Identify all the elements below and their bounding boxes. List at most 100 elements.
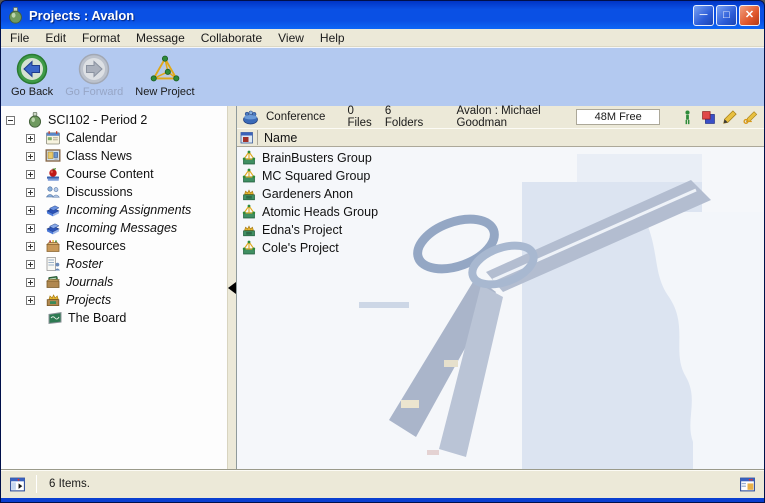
go-back-label: Go Back [11,86,53,98]
expand-expander[interactable] [26,152,35,161]
name-column-label: Name [264,131,297,145]
tree-item-label: Class News [66,149,132,163]
class-news-icon [45,148,61,164]
app-window: Projects : Avalon ─ □ ✕ File Edit Format… [0,0,765,503]
menubar: File Edit Format Message Collaborate Vie… [1,29,764,47]
member-icon[interactable] [680,110,695,125]
items-count: 6 Items. [49,478,90,490]
incoming-messages-icon [45,220,61,236]
expand-expander[interactable] [26,224,35,233]
pencil-icon[interactable] [722,110,737,125]
expand-expander[interactable] [26,242,35,251]
project-group-icon [241,240,257,256]
menu-help[interactable]: Help [312,29,353,47]
tree-item-incoming-assignments[interactable]: Incoming Assignments [1,201,227,219]
resources-icon [45,238,61,254]
tree-item-roster[interactable]: Roster [1,255,227,273]
list-item-mc-squared[interactable]: MC Squared Group [237,167,764,185]
conference-label: Conference [266,111,325,123]
window-bottom-border [1,498,764,502]
menu-view[interactable]: View [270,29,312,47]
tree-item-calendar[interactable]: Calendar [1,129,227,147]
go-forward-button[interactable]: Go Forward [61,52,127,99]
incoming-assignments-icon [45,202,61,218]
expand-expander[interactable] [26,278,35,287]
list-item-ednas-project[interactable]: Edna's Project [237,221,764,239]
calendar-icon [45,130,61,146]
tree-item-class-news[interactable]: Class News [1,147,227,165]
expand-expander[interactable] [26,188,35,197]
titlebar: Projects : Avalon ─ □ ✕ [1,1,764,29]
go-forward-icon [78,53,110,85]
tree-item-label: Calendar [66,131,117,145]
list-item-atomic-heads[interactable]: Atomic Heads Group [237,203,764,221]
list-item-coles-project[interactable]: Cole's Project [237,239,764,257]
project-group-icon [241,168,257,184]
list-item-label: MC Squared Group [262,169,370,183]
board-icon [47,310,63,326]
toggle-detail-panel-icon[interactable] [739,476,756,493]
project-group-icon [241,204,257,220]
files-count: 0 Files [347,105,376,129]
menu-message[interactable]: Message [128,29,193,47]
tree-item-label: Journals [66,275,113,289]
panel-splitter[interactable] [227,106,237,469]
conference-icon [242,110,259,125]
tree-item-label: Incoming Assignments [66,203,191,217]
tree-root-label: SCI102 - Period 2 [48,113,147,127]
new-project-button[interactable]: New Project [131,52,198,99]
expand-expander[interactable] [26,134,35,143]
conference-actions [674,110,758,125]
expand-expander[interactable] [26,296,35,305]
list-item-brainbusters[interactable]: BrainBusters Group [237,149,764,167]
minimize-button[interactable]: ─ [693,5,714,26]
menu-file[interactable]: File [1,29,37,47]
tree-item-resources[interactable]: Resources [1,237,227,255]
list-item-label: Gardeners Anon [262,187,353,201]
edit-key-icon[interactable] [743,110,758,125]
flask-icon [7,7,24,24]
expand-expander[interactable] [26,206,35,215]
tree-item-projects[interactable]: Projects [1,291,227,309]
discussions-icon [45,184,61,200]
layers-icon[interactable] [701,110,716,125]
list-item-label: BrainBusters Group [262,151,372,165]
tree-item-label: Resources [66,239,126,253]
go-back-button[interactable]: Go Back [7,52,57,99]
go-forward-label: Go Forward [65,86,123,98]
maximize-button[interactable]: □ [716,5,737,26]
collapse-expander[interactable] [6,116,15,125]
name-column-header[interactable]: Name [237,128,764,147]
tree-item-course-content[interactable]: Course Content [1,165,227,183]
tree-item-the-board[interactable]: The Board [1,309,227,327]
roster-icon [45,256,61,272]
menu-collaborate[interactable]: Collaborate [193,29,270,47]
list-item-gardeners-anon[interactable]: Gardeners Anon [237,185,764,203]
expand-expander[interactable] [26,260,35,269]
expand-expander[interactable] [26,170,35,179]
tree-root-sci102[interactable]: SCI102 - Period 2 [1,111,227,129]
new-project-icon [149,53,181,85]
collapse-panel-arrow-icon[interactable] [228,282,236,294]
account-label: Avalon : Michael Goodman [457,105,577,129]
projects-icon [45,292,61,308]
folders-count: 6 Folders [385,105,427,129]
tree-item-label: Roster [66,257,103,271]
main-area: SCI102 - Period 2 Calendar [1,106,764,469]
project-box-icon [241,222,257,238]
tree-item-incoming-messages[interactable]: Incoming Messages [1,219,227,237]
course-tree: SCI102 - Period 2 Calendar [1,106,227,469]
window-title: Projects : Avalon [29,8,691,23]
tree-item-journals[interactable]: Journals [1,273,227,291]
project-group-icon [241,150,257,166]
menu-format[interactable]: Format [74,29,128,47]
sort-view-icon [240,131,254,145]
menu-edit[interactable]: Edit [37,29,74,47]
close-button[interactable]: ✕ [739,5,760,26]
toggle-tree-panel-icon[interactable] [9,476,26,493]
conference-info-bar: Conference 0 Files 6 Folders Avalon : Mi… [237,106,764,128]
tree-item-label: Projects [66,293,111,307]
statusbar: 6 Items. [1,469,764,498]
list-item-label: Atomic Heads Group [262,205,378,219]
tree-item-discussions[interactable]: Discussions [1,183,227,201]
